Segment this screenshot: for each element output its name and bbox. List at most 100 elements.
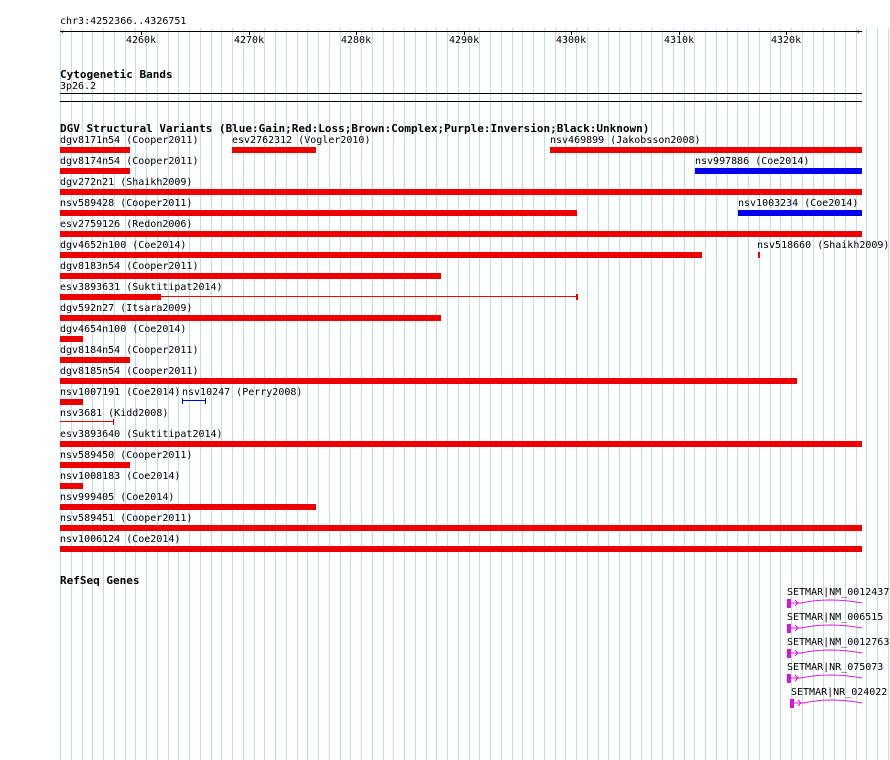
grid-line bbox=[426, 28, 427, 760]
variant-bar[interactable] bbox=[60, 336, 83, 342]
variant-label[interactable]: dgv8184n54 (Cooper2011) bbox=[60, 345, 198, 356]
refseq-track-title: RefSeq Genes bbox=[60, 574, 140, 587]
grid-line bbox=[458, 28, 459, 760]
variant-bar[interactable] bbox=[60, 483, 83, 489]
cytoband-label: 3p26.2 bbox=[60, 81, 97, 92]
variant-label[interactable]: nsv999405 (Coe2014) bbox=[60, 492, 174, 503]
variant-bar[interactable] bbox=[60, 231, 862, 237]
variant-bar[interactable] bbox=[60, 273, 441, 279]
variant-end-block bbox=[182, 398, 183, 404]
variant-bar[interactable] bbox=[232, 147, 316, 153]
grid-line bbox=[479, 28, 480, 760]
ruler-left-arrow: ‹ bbox=[60, 27, 65, 36]
grid-line bbox=[533, 28, 534, 760]
gene-model[interactable] bbox=[787, 597, 863, 611]
variant-bar[interactable] bbox=[738, 210, 862, 216]
variant-label[interactable]: nsv469899 (Jakobsson2008) bbox=[550, 135, 701, 146]
variant-bar[interactable] bbox=[60, 546, 862, 552]
grid-line bbox=[705, 28, 706, 760]
tick-label: 4310k bbox=[664, 35, 695, 46]
variant-bar[interactable] bbox=[550, 147, 862, 153]
variant-label[interactable]: nsv1007191 (Coe2014) bbox=[60, 387, 180, 398]
variant-bar[interactable] bbox=[60, 504, 316, 510]
variant-bar[interactable] bbox=[60, 315, 441, 321]
variant-bar[interactable] bbox=[60, 421, 114, 422]
gene-model[interactable] bbox=[790, 697, 863, 711]
variant-label[interactable]: esv3893640 (Suktitipat2014) bbox=[60, 429, 223, 440]
grid-line bbox=[447, 28, 448, 760]
variant-label[interactable]: nsv589428 (Cooper2011) bbox=[60, 198, 192, 209]
dgv-track-title: DGV Structural Variants (Blue:Gain;Red:L… bbox=[60, 122, 650, 135]
cytoband-track-title: Cytogenetic Bands bbox=[60, 68, 173, 81]
grid-line bbox=[866, 28, 867, 760]
variant-label[interactable]: nsv1008183 (Coe2014) bbox=[60, 471, 180, 482]
variant-bar[interactable] bbox=[60, 168, 130, 174]
grid-line bbox=[393, 28, 394, 760]
variant-bar[interactable] bbox=[60, 252, 702, 258]
gene-model[interactable] bbox=[787, 647, 863, 661]
variant-label[interactable]: nsv997886 (Coe2014) bbox=[695, 156, 809, 167]
variant-label[interactable]: esv2762312 (Vogler2010) bbox=[232, 135, 370, 146]
grid-line bbox=[404, 28, 405, 760]
grid-line bbox=[770, 28, 771, 760]
variant-bar[interactable] bbox=[60, 147, 130, 153]
variant-label[interactable]: esv2759126 (Redon2006) bbox=[60, 219, 192, 230]
grid-line bbox=[877, 28, 878, 760]
variant-label[interactable]: esv3893631 (Suktitipat2014) bbox=[60, 282, 223, 293]
variant-label[interactable]: nsv1006124 (Coe2014) bbox=[60, 534, 180, 545]
gene-model[interactable] bbox=[787, 672, 863, 686]
variant-end-block bbox=[113, 419, 114, 425]
variant-label[interactable]: dgv8174n54 (Cooper2011) bbox=[60, 156, 198, 167]
cytoband-lower-line bbox=[60, 101, 862, 102]
variant-label[interactable]: nsv10247 (Perry2008) bbox=[182, 387, 302, 398]
variant-bar[interactable] bbox=[695, 168, 862, 174]
tick-label: 4320k bbox=[771, 35, 802, 46]
variant-bar[interactable] bbox=[60, 525, 862, 531]
variant-bar[interactable] bbox=[182, 400, 206, 401]
variant-bar[interactable] bbox=[60, 357, 130, 363]
grid-line bbox=[759, 28, 760, 760]
genome-browser-view: chr3:4252366..4326751 ‹ › 4260k 4270k 42… bbox=[0, 0, 890, 760]
cytoband-upper-line bbox=[60, 93, 862, 94]
variant-label[interactable]: dgv8185n54 (Cooper2011) bbox=[60, 366, 198, 377]
variant-label[interactable]: dgv4652n100 (Coe2014) bbox=[60, 240, 186, 251]
variant-label[interactable]: dgv8183n54 (Cooper2011) bbox=[60, 261, 198, 272]
grid-line bbox=[748, 28, 749, 760]
grid-line bbox=[737, 28, 738, 760]
grid-line bbox=[544, 28, 545, 760]
variant-bar[interactable] bbox=[60, 378, 797, 384]
region-label: chr3:4252366..4326751 bbox=[60, 16, 187, 27]
variant-bar[interactable] bbox=[60, 189, 862, 195]
variant-bar[interactable] bbox=[60, 462, 130, 468]
variant-label[interactable]: nsv3681 (Kidd2008) bbox=[60, 408, 168, 419]
grid-line bbox=[512, 28, 513, 760]
variant-label[interactable]: dgv4654n100 (Coe2014) bbox=[60, 324, 186, 335]
variant-label[interactable]: dgv592n27 (Itsara2009) bbox=[60, 303, 192, 314]
variant-label[interactable]: dgv272n21 (Shaikh2009) bbox=[60, 177, 192, 188]
variant-bar[interactable] bbox=[60, 294, 161, 300]
variant-bar[interactable] bbox=[60, 210, 577, 216]
variant-bar[interactable] bbox=[60, 399, 83, 405]
grid-line bbox=[436, 28, 437, 760]
variant-label[interactable]: nsv589450 (Cooper2011) bbox=[60, 450, 192, 461]
grid-line bbox=[383, 28, 384, 760]
grid-line bbox=[490, 28, 491, 760]
tick-label: 4290k bbox=[449, 35, 480, 46]
ruler-line bbox=[60, 31, 862, 32]
grid-line bbox=[888, 28, 889, 760]
gene-model[interactable] bbox=[787, 622, 863, 636]
tick-label: 4270k bbox=[234, 35, 265, 46]
variant-bar[interactable] bbox=[758, 252, 760, 258]
grid-line bbox=[372, 28, 373, 760]
tick-label: 4300k bbox=[556, 35, 587, 46]
variant-label[interactable]: nsv589451 (Cooper2011) bbox=[60, 513, 192, 524]
grid-line bbox=[716, 28, 717, 760]
grid-line bbox=[469, 28, 470, 760]
variant-label[interactable]: nsv518660 (Shaikh2009) bbox=[757, 240, 889, 251]
variant-bar[interactable] bbox=[60, 441, 862, 447]
variant-label[interactable]: nsv1003234 (Coe2014) bbox=[738, 198, 858, 209]
grid-line bbox=[780, 28, 781, 760]
grid-line bbox=[522, 28, 523, 760]
variant-label[interactable]: dgv8171n54 (Cooper2011) bbox=[60, 135, 198, 146]
grid-line bbox=[415, 28, 416, 760]
